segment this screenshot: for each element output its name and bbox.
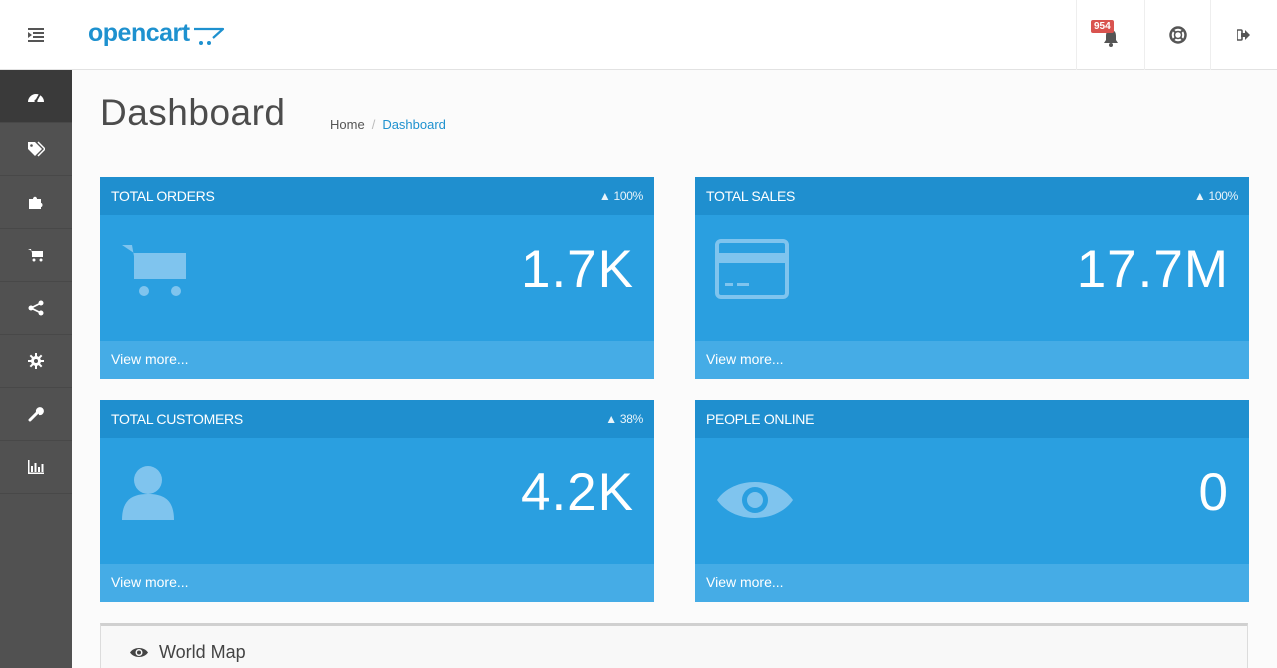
dashboard-icon [28,93,44,103]
tile-title: PEOPLE ONLINE [706,411,815,427]
page-title: Dashboard [100,92,286,133]
sidebar-item-reports[interactable] [0,441,72,494]
tile-header: PEOPLE ONLINE [695,400,1249,438]
tile-percent: ▲ 100% [598,189,643,203]
credit-card-icon [715,239,789,299]
world-map-title: World Map [159,642,246,662]
caret-up-icon: ▲ [598,189,611,203]
cog-icon [28,353,44,369]
tile-header: TOTAL CUSTOMERS ▲ 38% [100,400,654,438]
sidebar-item-catalog[interactable] [0,123,72,176]
tile-view-more-link[interactable]: View more... [695,564,1249,602]
tile-value: 0 [1198,463,1229,522]
menu-toggle-button[interactable] [0,0,72,70]
logout-button[interactable] [1210,0,1277,70]
logo-cart-icon [193,27,224,45]
tile-view-more-link[interactable]: View more... [100,564,654,602]
sidebar-item-extensions[interactable] [0,176,72,229]
tile-title: TOTAL SALES [706,188,796,204]
sidebar-item-dashboard[interactable] [0,70,72,123]
world-map-panel: World Map [100,623,1248,668]
wrench-icon [28,407,44,422]
tile-value: 4.2K [520,463,634,522]
sidebar-item-system[interactable] [0,335,72,388]
panel-title: World Map [129,642,246,663]
alerts-button[interactable]: 954 [1076,0,1144,70]
tile-header: TOTAL ORDERS ▲ 100% [100,177,654,215]
tile-title: TOTAL CUSTOMERS [111,411,243,427]
puzzle-icon [29,196,43,209]
tile-header: TOTAL SALES ▲ 100% [695,177,1249,215]
top-header: opencart 954 [0,0,1277,70]
sidebar-item-tools[interactable] [0,388,72,441]
tile-total-customers: TOTAL CUSTOMERS ▲ 38% 4.2K View more... [100,400,654,602]
eye-icon [717,482,793,518]
sidebar-item-sales[interactable] [0,229,72,282]
tile-view-more-link[interactable]: View more... [695,341,1249,379]
caret-up-icon: ▲ [1193,189,1206,203]
tile-percent: ▲ 100% [1193,189,1238,203]
tile-value: 17.7M [1076,240,1229,299]
tile-value: 1.7K [520,240,634,299]
tile-view-more-link[interactable]: View more... [100,341,654,379]
breadcrumb-home[interactable]: Home [330,117,365,132]
shopping-cart-icon [122,245,186,296]
eye-icon [130,648,148,657]
life-ring-icon [1168,26,1187,44]
menu-icon [28,28,44,42]
share-icon [28,300,44,316]
breadcrumb-dashboard[interactable]: Dashboard [382,117,446,132]
tile-title: TOTAL ORDERS [111,188,215,204]
sign-out-icon [1237,29,1250,41]
help-button[interactable] [1144,0,1210,70]
breadcrumb-separator: / [371,117,376,132]
sidebar-nav [0,70,72,668]
logo-text: opencart [88,19,190,47]
alerts-count-badge: 954 [1091,20,1114,33]
tile-percent: ▲ 38% [605,412,643,426]
tile-total-orders: TOTAL ORDERS ▲ 100% 1.7K View more... [100,177,654,379]
breadcrumb: Home / Dashboard [330,117,446,132]
opencart-logo[interactable]: opencart [88,18,225,48]
cart-icon [28,249,43,262]
tile-people-online: PEOPLE ONLINE 0 View more... [695,400,1249,602]
caret-up-icon: ▲ [605,412,617,426]
tag-icon [28,141,45,157]
bar-chart-icon [28,460,44,474]
sidebar-item-marketing[interactable] [0,282,72,335]
tile-total-sales: TOTAL SALES ▲ 100% 17.7M View more... [695,177,1249,379]
user-icon [122,466,174,520]
